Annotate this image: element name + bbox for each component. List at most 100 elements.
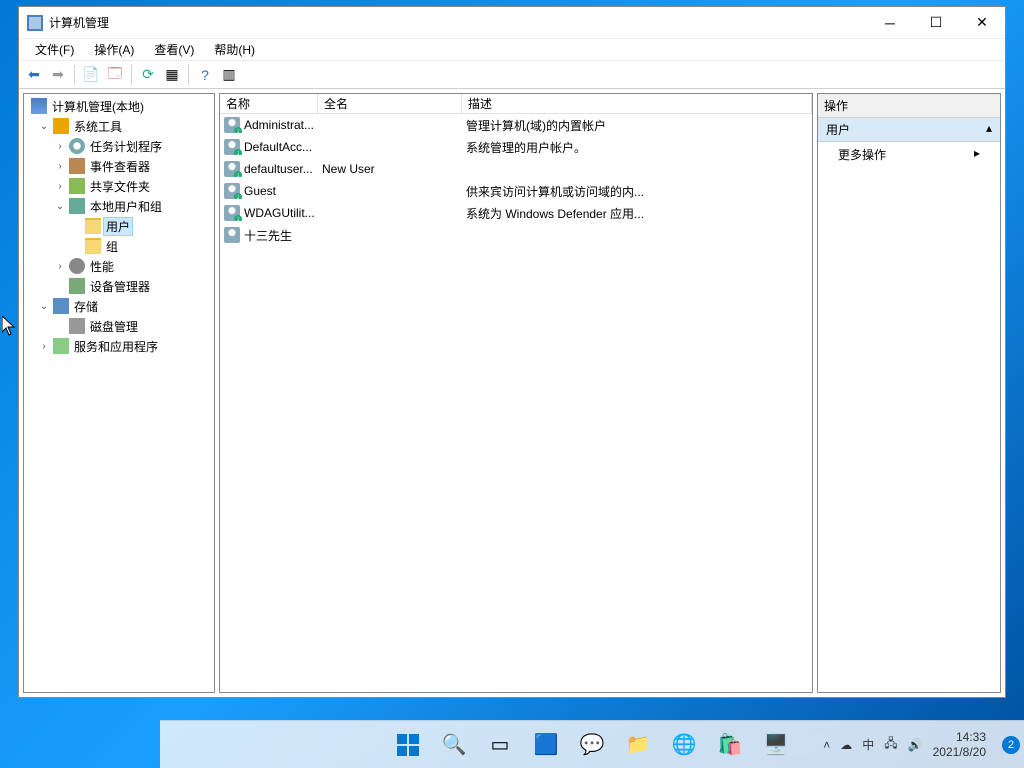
tools-icon <box>53 118 69 134</box>
time-label: 14:33 <box>933 730 986 744</box>
show-action-pane-button[interactable]: ▥ <box>218 64 240 86</box>
tree-users[interactable]: 用户 <box>24 216 214 236</box>
action-pane: 操作 用户 ▴ 更多操作 ▸ <box>817 93 1001 693</box>
toolbar-divider <box>188 65 189 85</box>
tree-device-manager[interactable]: 设备管理器 <box>24 276 214 296</box>
disk-icon <box>69 318 85 334</box>
tree-services-apps[interactable]: › 服务和应用程序 <box>24 336 214 356</box>
user-icon <box>224 139 240 155</box>
onedrive-icon[interactable]: ☁ <box>840 738 852 752</box>
list-body: Administrat... 管理计算机(域)的内置帐户 DefaultAcc...… <box>220 114 812 246</box>
action-section-users[interactable]: 用户 ▴ <box>818 118 1000 142</box>
performance-icon <box>69 258 85 274</box>
collapse-arrow[interactable]: ⌄ <box>54 201 66 212</box>
back-button[interactable]: ⬅ <box>23 64 45 86</box>
tree-performance[interactable]: › 性能 <box>24 256 214 276</box>
export-button[interactable]: ▦ <box>161 64 183 86</box>
user-icon <box>224 117 240 133</box>
menu-action[interactable]: 操作(A) <box>84 39 144 60</box>
expand-arrow[interactable]: › <box>54 141 66 152</box>
network-icon[interactable]: 🖧 <box>884 734 897 755</box>
user-row[interactable]: DefaultAcc...系统管理的用户帐户。 <box>220 136 812 158</box>
services-icon <box>53 338 69 354</box>
user-row[interactable]: defaultuser...New User <box>220 158 812 180</box>
action-more[interactable]: 更多操作 ▸ <box>818 142 1000 167</box>
properties-button[interactable]: 🗔 <box>104 64 126 86</box>
tree-storage[interactable]: ⌄ 存储 <box>24 296 214 316</box>
user-icon <box>224 161 240 177</box>
ime-indicator[interactable]: 中 <box>862 736 874 753</box>
running-app-button[interactable]: 🖥️ <box>756 725 796 765</box>
tree-shared-folders[interactable]: › 共享文件夹 <box>24 176 214 196</box>
user-row[interactable]: WDAGUtilit...系统为 Windows Defender 应用... <box>220 202 812 224</box>
tree-task-scheduler[interactable]: › 任务计划程序 <box>24 136 214 156</box>
minimize-button[interactable]: ─ <box>867 7 913 39</box>
user-description: 系统为 Windows Defender 应用... <box>462 205 812 222</box>
user-row[interactable]: Guest供来宾访问计算机或访问域的内... <box>220 180 812 202</box>
up-button[interactable]: 📄 <box>80 64 102 86</box>
storage-icon <box>53 298 69 314</box>
device-icon <box>69 278 85 294</box>
volume-icon[interactable]: 🔊 <box>908 738 923 752</box>
start-button[interactable] <box>388 725 428 765</box>
maximize-button[interactable]: ☐ <box>913 7 959 39</box>
chat-button[interactable]: 💬 <box>572 725 612 765</box>
taskbar-center: 🔍 ▭ 🟦 💬 📁 🌐 🛍️ 🖥️ <box>388 725 796 765</box>
taskbar[interactable]: 🔍 ▭ 🟦 💬 📁 🌐 🛍️ 🖥️ ˄ ☁ 中 🖧 🔊 14:33 2021/8… <box>160 720 1024 768</box>
event-icon <box>69 158 85 174</box>
column-fullname[interactable]: 全名 <box>318 94 462 113</box>
expand-arrow[interactable]: › <box>54 261 66 272</box>
tree-system-tools[interactable]: ⌄ 系统工具 <box>24 116 214 136</box>
widgets-button[interactable]: 🟦 <box>526 725 566 765</box>
toolbar-divider <box>131 65 132 85</box>
titlebar[interactable]: 计算机管理 ─ ☐ ✕ <box>19 7 1005 39</box>
clock[interactable]: 14:33 2021/8/20 <box>933 730 986 759</box>
explorer-button[interactable]: 📁 <box>618 725 658 765</box>
share-icon <box>69 178 85 194</box>
column-name[interactable]: 名称 <box>220 94 318 113</box>
user-name: Administrat... <box>244 118 314 132</box>
task-view-button[interactable]: ▭ <box>480 725 520 765</box>
menu-help[interactable]: 帮助(H) <box>204 39 265 60</box>
user-name: Guest <box>244 184 276 198</box>
collapse-triangle-icon: ▴ <box>986 121 992 138</box>
tree-pane[interactable]: 计算机管理(本地) ⌄ 系统工具 › 任务计划程序 › 事件查看器 <box>23 93 215 693</box>
action-pane-header: 操作 <box>818 94 1000 118</box>
refresh-button[interactable]: ⟳ <box>137 64 159 86</box>
close-button[interactable]: ✕ <box>959 7 1005 39</box>
notification-badge[interactable]: 2 <box>1002 736 1020 754</box>
menu-view[interactable]: 查看(V) <box>144 39 204 60</box>
help-button[interactable]: ? <box>194 64 216 86</box>
expand-arrow[interactable]: › <box>54 181 66 192</box>
forward-button[interactable]: ➡ <box>47 64 69 86</box>
expand-arrow[interactable]: › <box>54 161 66 172</box>
system-tray: ˄ ☁ 中 🖧 🔊 14:33 2021/8/20 2 <box>823 730 1020 759</box>
list-pane[interactable]: 名称 全名 描述 Administrat... 管理计算机(域)的内置帐户 Defa… <box>219 93 813 693</box>
tree-local-users-groups[interactable]: ⌄ 本地用户和组 <box>24 196 214 216</box>
menubar: 文件(F) 操作(A) 查看(V) 帮助(H) <box>19 39 1005 61</box>
tray-overflow-button[interactable]: ˄ <box>823 738 830 752</box>
panes: 计算机管理(本地) ⌄ 系统工具 › 任务计划程序 › 事件查看器 <box>19 89 1005 697</box>
tree-groups[interactable]: 组 <box>24 236 214 256</box>
app-icon <box>27 15 43 31</box>
folder-icon <box>85 238 101 254</box>
user-icon <box>224 183 240 199</box>
user-row[interactable]: 十三先生 <box>220 224 812 246</box>
clock-icon <box>69 138 85 154</box>
collapse-arrow[interactable]: ⌄ <box>38 301 50 312</box>
expand-arrow[interactable]: › <box>38 341 50 352</box>
tree-disk-management[interactable]: 磁盘管理 <box>24 316 214 336</box>
search-button[interactable]: 🔍 <box>434 725 474 765</box>
menu-file[interactable]: 文件(F) <box>25 39 84 60</box>
column-description[interactable]: 描述 <box>462 94 812 113</box>
tree-event-viewer[interactable]: › 事件查看器 <box>24 156 214 176</box>
user-description: 管理计算机(域)的内置帐户 <box>462 117 812 134</box>
user-fullname: New User <box>318 162 462 176</box>
edge-button[interactable]: 🌐 <box>664 725 704 765</box>
tree-root[interactable]: 计算机管理(本地) <box>24 96 214 116</box>
user-name: 十三先生 <box>244 227 292 244</box>
expand-arrow[interactable]: ⌄ <box>38 121 50 132</box>
list-header: 名称 全名 描述 <box>220 94 812 114</box>
user-row[interactable]: Administrat... 管理计算机(域)的内置帐户 <box>220 114 812 136</box>
store-button[interactable]: 🛍️ <box>710 725 750 765</box>
